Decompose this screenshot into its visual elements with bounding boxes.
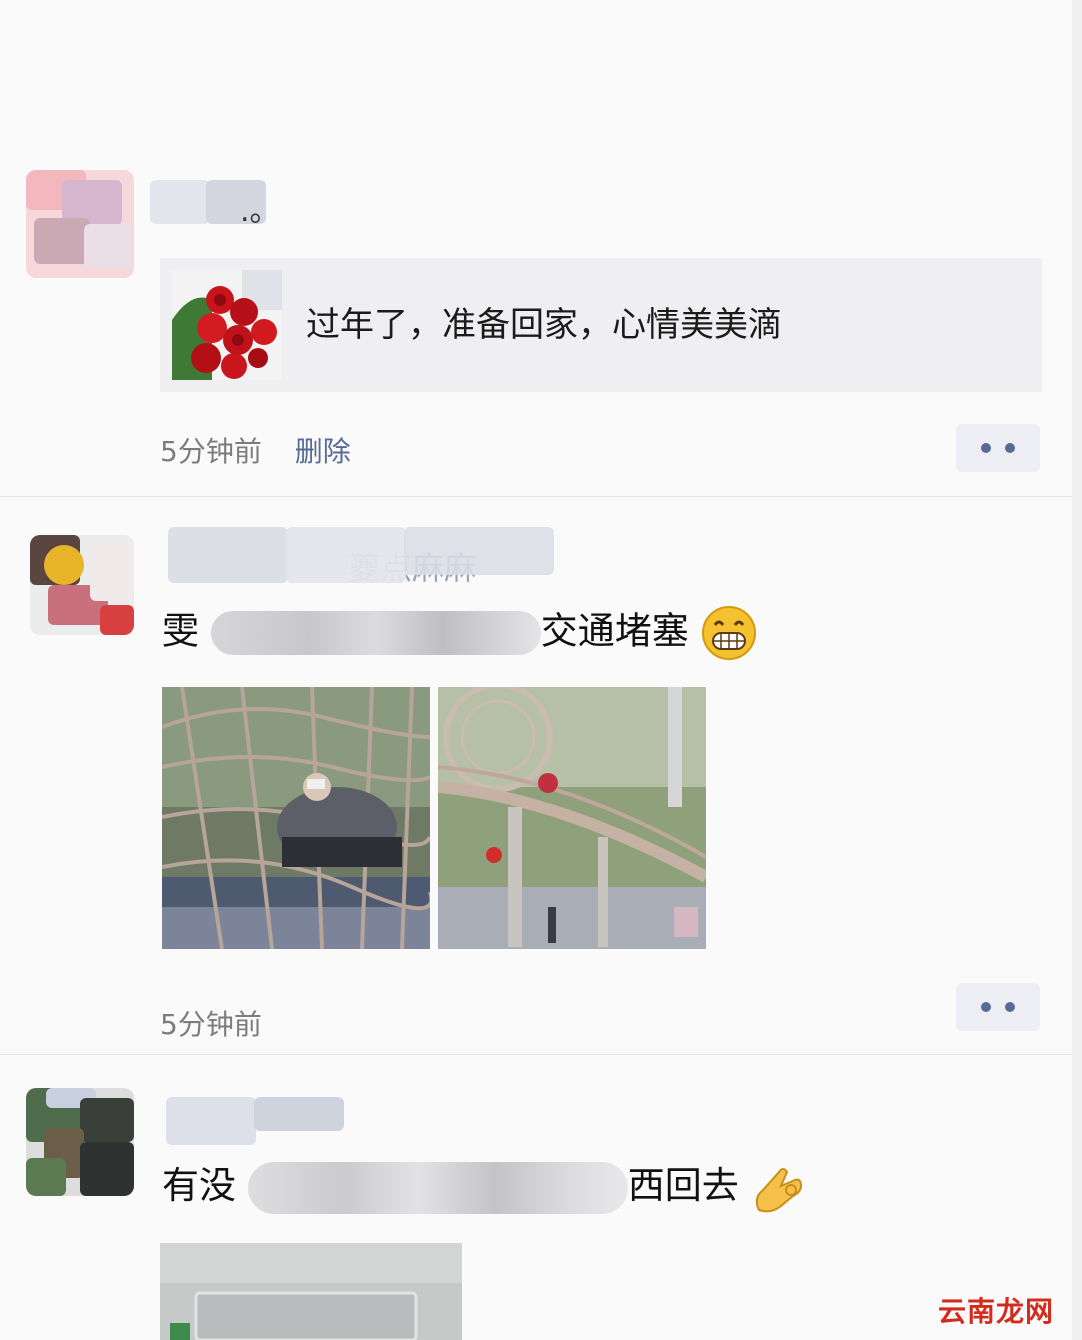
name-tail-text: .。 [240, 194, 280, 229]
watermark-logo: 云南龙网 [937, 1295, 1054, 1328]
post-text-end: 交通堵塞 [540, 609, 689, 653]
redacted-text [247, 1161, 628, 1214]
mosaic-block [90, 541, 134, 601]
grin-emoji-icon [701, 606, 756, 660]
mosaic-block [34, 218, 90, 264]
avatar[interactable] [30, 535, 134, 635]
mosaic-block [150, 180, 210, 224]
dot-icon [1005, 443, 1015, 453]
roses-image [172, 270, 282, 380]
dot-icon [981, 443, 991, 453]
photo-thumbnail[interactable] [160, 1243, 462, 1340]
mosaic-block [166, 1097, 256, 1145]
post-text: 有没 西回去 [162, 1161, 842, 1214]
photo-thumbnail[interactable] [162, 687, 430, 949]
playground-structure-photo [438, 687, 706, 949]
post-meta: 5分钟前 删除 [160, 430, 351, 470]
avatar[interactable] [26, 170, 134, 278]
dot-icon [981, 1002, 991, 1012]
mosaic-block [254, 1097, 344, 1131]
scroll-edge [1072, 0, 1082, 1340]
ok-hand-emoji-icon [755, 1167, 802, 1212]
mosaic-block [26, 1158, 66, 1196]
post-time: 5分钟前 [160, 1008, 262, 1041]
redacted-text [210, 611, 541, 655]
playground-net-photo [162, 687, 430, 949]
photo-preview [160, 1243, 462, 1340]
moment-post: 夔点麻麻 雯 交通堵塞 [0, 497, 1072, 1055]
more-actions-button[interactable] [956, 424, 1040, 472]
user-name[interactable]: .。 [150, 180, 280, 229]
moment-post: 有没 西回去 [0, 1055, 1072, 1340]
delete-link[interactable]: 删除 [295, 435, 351, 468]
post-text-end: 西回去 [627, 1164, 739, 1207]
shared-link-card[interactable]: 过年了，准备回家，心情美美滴 [160, 258, 1042, 392]
dot-icon [1005, 1002, 1015, 1012]
mosaic-block [168, 527, 288, 583]
mosaic-block [404, 527, 554, 575]
mosaic-block [84, 224, 132, 268]
post-text-start: 有没 [162, 1164, 236, 1207]
photo-thumbnail[interactable] [438, 687, 706, 949]
mosaic-block [44, 545, 84, 585]
post-text-start: 雯 [162, 609, 199, 653]
moments-feed: .。 过年了，准备回家，心情美美滴 5分钟前 删除 雯 交通堵塞 5分钟前 有没… [0, 0, 1072, 1340]
post-time: 5分钟前 [160, 435, 262, 468]
user-name[interactable] [166, 1097, 346, 1145]
mosaic-block [286, 527, 406, 583]
more-actions-button[interactable] [956, 983, 1040, 1031]
mosaic-block [80, 1098, 134, 1142]
shared-link-title: 过年了，准备回家，心情美美滴 [306, 305, 782, 345]
post-text: 雯 交通堵塞 [162, 605, 782, 661]
moment-post: .。 过年了，准备回家，心情美美滴 5分钟前 删除 [0, 0, 1072, 497]
roses-thumbnail [172, 270, 282, 380]
mosaic-block [100, 605, 134, 635]
mosaic-block [80, 1142, 134, 1196]
avatar[interactable] [26, 1088, 134, 1196]
user-name[interactable]: 夔点麻麻 [168, 527, 558, 587]
